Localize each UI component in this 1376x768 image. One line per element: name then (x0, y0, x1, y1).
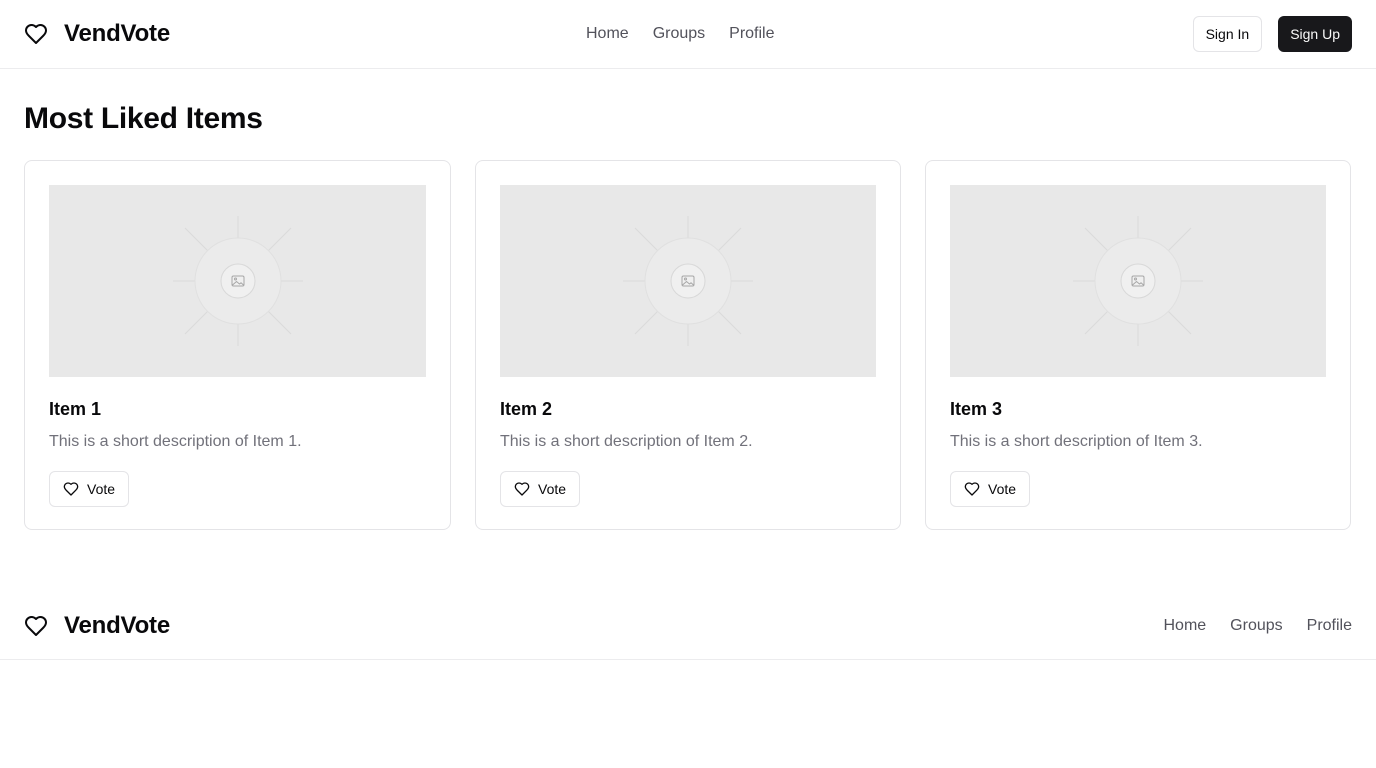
main-nav: Home Groups Profile (586, 24, 775, 44)
item-description: This is a short description of Item 2. (500, 433, 753, 450)
sign-up-button[interactable]: Sign Up (1278, 16, 1352, 52)
heart-icon (514, 482, 530, 496)
nav-home-link[interactable]: Home (586, 24, 629, 44)
vote-button[interactable]: Vote (500, 471, 581, 507)
image-placeholder-icon (623, 216, 753, 346)
footer-nav-home-link[interactable]: Home (1163, 616, 1206, 636)
item-title: Item 3 (950, 399, 1003, 419)
item-card: Item 1 This is a short description of It… (24, 160, 451, 530)
sign-in-button[interactable]: Sign In (1192, 16, 1263, 52)
heart-icon (964, 482, 980, 496)
nav-profile-link[interactable]: Profile (729, 24, 774, 44)
auth-buttons: Sign In Sign Up (1192, 16, 1352, 52)
heart-icon (25, 616, 47, 636)
item-image-placeholder (500, 185, 876, 377)
site-footer: VendVote Home Groups Profile (0, 594, 1376, 660)
vote-label: Vote (87, 481, 116, 497)
item-card: Item 3 This is a short description of It… (925, 160, 1351, 530)
site-header: VendVote Home Groups Profile Sign In Sig… (0, 0, 1376, 69)
page-title: Most Liked Items (24, 102, 263, 135)
footer-nav: Home Groups Profile (1163, 616, 1352, 636)
image-placeholder-icon (1073, 216, 1203, 346)
item-description: This is a short description of Item 1. (49, 433, 302, 450)
footer-nav-profile-link[interactable]: Profile (1307, 616, 1352, 636)
item-title: Item 2 (500, 399, 553, 419)
brand-name: VendVote (64, 20, 170, 47)
footer-nav-groups-link[interactable]: Groups (1230, 616, 1282, 636)
brand[interactable]: VendVote (24, 19, 170, 49)
nav-groups-link[interactable]: Groups (653, 24, 705, 44)
vote-label: Vote (538, 481, 567, 497)
footer-brand-name: VendVote (64, 612, 170, 639)
footer-brand[interactable]: VendVote (24, 611, 170, 641)
item-image-placeholder (49, 185, 426, 377)
item-description: This is a short description of Item 3. (950, 433, 1203, 450)
vote-button[interactable]: Vote (49, 471, 130, 507)
item-card: Item 2 This is a short description of It… (475, 160, 901, 530)
heart-icon (25, 24, 47, 44)
vote-label: Vote (988, 481, 1017, 497)
vote-button[interactable]: Vote (950, 471, 1031, 507)
image-placeholder-icon (172, 216, 303, 346)
item-image-placeholder (950, 185, 1326, 377)
item-grid: Item 1 This is a short description of It… (24, 160, 1352, 530)
heart-icon (63, 482, 79, 496)
item-title: Item 1 (49, 399, 102, 419)
